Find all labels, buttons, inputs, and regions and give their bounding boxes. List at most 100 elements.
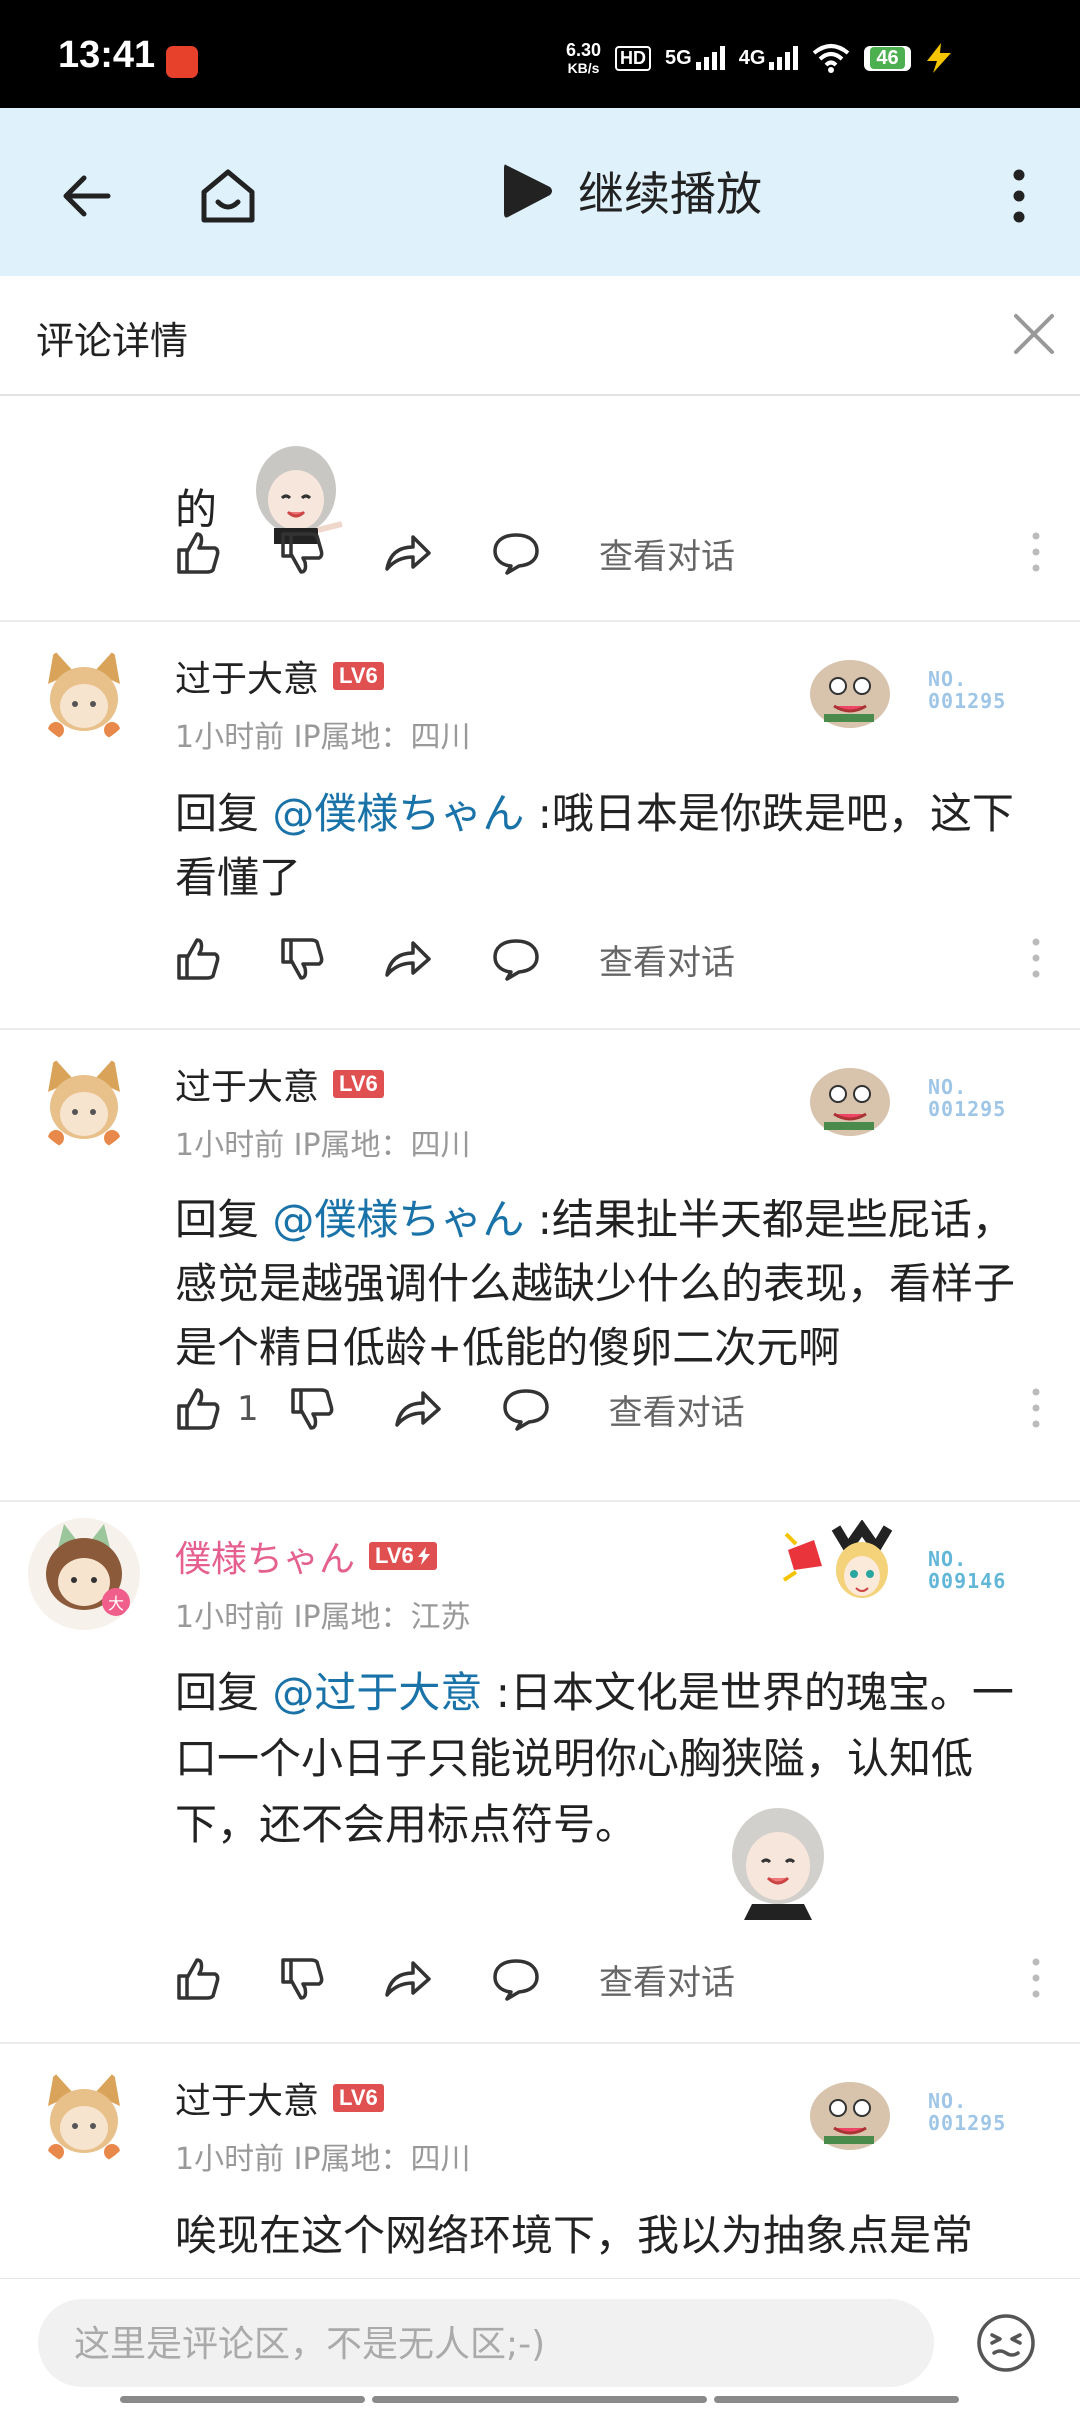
- avatar[interactable]: 大: [28, 1518, 140, 1630]
- fan-number-badge: NO. 001295: [928, 668, 1006, 712]
- fan-number-value: 001295: [928, 689, 1007, 713]
- continue-play-label: 继续播放: [578, 167, 762, 221]
- app-notification-icon: [166, 46, 198, 78]
- like-button[interactable]: [175, 530, 221, 576]
- speed-unit: KB/s: [567, 60, 600, 76]
- dislike-button[interactable]: [279, 1956, 325, 2002]
- home-icon: [201, 169, 255, 223]
- username[interactable]: 过于大意 LV6: [175, 650, 384, 702]
- back-button[interactable]: [50, 160, 122, 232]
- share-icon: [385, 535, 431, 571]
- reply-prefix: 回复: [175, 1668, 273, 1717]
- share-button[interactable]: [383, 533, 433, 573]
- comment-more-button[interactable]: [1032, 938, 1040, 982]
- comment-bubble-icon: [493, 939, 539, 981]
- share-button[interactable]: [393, 1389, 443, 1429]
- comment-more-button[interactable]: [1032, 532, 1040, 576]
- thumb-up-icon: [177, 532, 220, 574]
- top-app-bar: 继续播放: [0, 108, 1080, 276]
- comment-item: 过于大意 LV6 1小时前 IP属地：四川 NO. 001295 回复 @僕様ち…: [0, 622, 1080, 1030]
- signal-5g-icon: 5G: [665, 46, 725, 70]
- avatar[interactable]: [34, 644, 134, 744]
- comment-item: 过于大意 LV6 1小时前 IP属地：四川 NO. 001295 唉现在这个网络…: [0, 2044, 1080, 2278]
- username[interactable]: 过于大意 LV6: [175, 1058, 384, 1110]
- dislike-button[interactable]: [279, 936, 325, 982]
- home-button[interactable]: [190, 158, 266, 234]
- fan-number-value: 001295: [928, 2111, 1007, 2135]
- reply-button[interactable]: [491, 531, 541, 575]
- thumb-down-icon: [281, 938, 324, 980]
- reply-button[interactable]: [501, 1387, 551, 1431]
- comment-detail-header: 评论详情: [0, 276, 1080, 396]
- username[interactable]: 僕様ちゃん LV6: [175, 1530, 437, 1582]
- like-button[interactable]: [175, 936, 221, 982]
- sheet-title: 评论详情: [36, 319, 189, 363]
- share-icon: [385, 1961, 431, 1997]
- fan-number-prefix: NO.: [928, 2089, 968, 2113]
- more-menu-button[interactable]: [996, 158, 1042, 234]
- see-conversation-link[interactable]: 查看对话: [599, 529, 735, 578]
- battery-icon: 46: [864, 45, 911, 71]
- comment-text: 唉现在这个网络环境下，我以为抽象点是常: [175, 2211, 974, 2260]
- mention-link[interactable]: @过于大意: [272, 1668, 482, 1717]
- thumb-up-icon: [177, 1388, 220, 1430]
- thumb-up-icon: [177, 1958, 220, 2000]
- comment-text: 回复 @僕様ちゃん :哦日本是你跌是吧，这下看懂了: [175, 782, 1045, 910]
- see-conversation-link[interactable]: 查看对话: [599, 935, 735, 984]
- avatar[interactable]: [34, 1052, 134, 1152]
- share-button[interactable]: [383, 939, 433, 979]
- status-bar: 13:41 6.30 KB/s HD 5G 4G 46: [0, 0, 1080, 108]
- like-button[interactable]: [175, 1956, 221, 2002]
- wifi-icon: [813, 44, 850, 73]
- thumb-up-icon: [177, 938, 220, 980]
- reply-button[interactable]: [491, 1957, 541, 2001]
- level-badge: LV6: [333, 662, 384, 690]
- comment-input-wrapper: [38, 2299, 934, 2389]
- fan-number-badge: NO. 001295: [928, 2090, 1006, 2134]
- comment-text: 回复 @过于大意 :日本文化是世界的瑰宝。一口一个小日子只能说明你心胸狭隘，认知…: [175, 1660, 1045, 1858]
- svg-text:大: 大: [108, 1594, 124, 1613]
- comment-actions: 查看对话: [175, 934, 735, 984]
- thumb-down-icon: [281, 532, 324, 574]
- nav-gesture-bar: [714, 2396, 959, 2403]
- comment-more-button[interactable]: [1032, 1958, 1040, 2002]
- emoji-button[interactable]: [976, 2313, 1036, 2377]
- share-button[interactable]: [383, 1959, 433, 1999]
- comment-item: 过于大意 LV6 1小时前 IP属地：四川 NO. 001295 回复 @僕様ち…: [0, 1030, 1080, 1502]
- play-icon: [504, 164, 552, 218]
- status-time: 13:41: [58, 34, 156, 76]
- more-vertical-icon: [1032, 938, 1040, 978]
- battery-level: 46: [870, 46, 905, 69]
- fan-badge-icon: [804, 2072, 896, 2156]
- username-text: 过于大意: [175, 2081, 320, 2122]
- emoji-icon: [977, 2314, 1035, 2372]
- continue-play-button[interactable]: 继续播放: [500, 158, 762, 224]
- comment-more-button[interactable]: [1032, 1388, 1040, 1432]
- dislike-button[interactable]: [289, 1386, 335, 1432]
- dislike-button[interactable]: [279, 530, 325, 576]
- see-conversation-link[interactable]: 查看对话: [599, 1955, 735, 2004]
- comment-input[interactable]: [38, 2299, 926, 2389]
- signal-5g-label: 5G: [665, 47, 692, 69]
- username[interactable]: 过于大意 LV6: [175, 2072, 384, 2124]
- fan-badge-icon: [804, 1058, 896, 1142]
- thumb-down-icon: [281, 1958, 324, 2000]
- avatar[interactable]: [34, 2066, 134, 2166]
- mention-link[interactable]: @僕様ちゃん: [272, 1195, 524, 1244]
- thumb-down-icon: [290, 1388, 334, 1430]
- close-button[interactable]: [1006, 306, 1062, 362]
- see-conversation-link[interactable]: 查看对话: [609, 1385, 745, 1434]
- level-badge: LV6: [369, 1542, 437, 1570]
- mention-link[interactable]: @僕様ちゃん: [272, 789, 524, 838]
- comment-actions: 查看对话: [175, 1954, 735, 2004]
- reply-prefix: 回复: [175, 1195, 273, 1244]
- username-text: 僕様ちゃん: [175, 1539, 356, 1580]
- comment-meta: 1小时前 IP属地：四川: [175, 2142, 471, 2177]
- comment-bubble-icon: [493, 1959, 539, 2001]
- comment-text-content: 的: [175, 485, 218, 534]
- fan-badge-icon: [804, 650, 896, 734]
- comment-input-bar: [0, 2278, 1080, 2409]
- like-button[interactable]: 1: [175, 1386, 259, 1432]
- nav-gesture-bar: [120, 2396, 365, 2403]
- reply-button[interactable]: [491, 937, 541, 981]
